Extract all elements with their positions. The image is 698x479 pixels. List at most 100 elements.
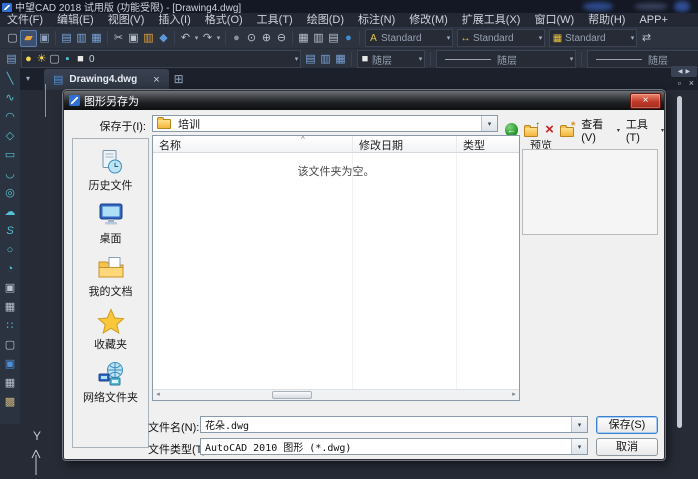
menu-view[interactable]: 视图(V): [101, 13, 152, 27]
make-layer-current-icon[interactable]: ▤: [303, 51, 318, 67]
new-folder-button[interactable]: *: [560, 123, 575, 137]
make-block-icon[interactable]: ▦: [0, 298, 20, 317]
menu-dimension[interactable]: 标注(N): [351, 13, 402, 27]
dropdown-arrow-icon[interactable]: ▾: [537, 34, 544, 42]
draw-revcloud-icon[interactable]: ☁: [0, 203, 20, 222]
column-header-modified[interactable]: 修改日期: [353, 136, 457, 152]
match-properties-icon[interactable]: ◆: [156, 30, 171, 46]
horizontal-scrollbar[interactable]: ◂ ▸: [153, 389, 519, 400]
zoom-realtime-icon[interactable]: ⊙: [244, 30, 259, 46]
mdi-close-button[interactable]: ×: [689, 77, 694, 89]
menu-edit[interactable]: 编辑(E): [50, 13, 101, 27]
menu-draw[interactable]: 绘图(D): [300, 13, 351, 27]
copy-icon[interactable]: ▣: [126, 30, 141, 46]
tab-scroll-right-icon[interactable]: ▶: [686, 68, 691, 75]
delete-button[interactable]: ×: [545, 123, 554, 137]
draw-arc-icon[interactable]: ◠: [0, 108, 20, 127]
color-select[interactable]: ■ 随层 ▾: [357, 50, 425, 68]
layer-states-icon[interactable]: ▦: [333, 51, 348, 67]
scroll-left-icon[interactable]: ◂: [153, 390, 163, 399]
open-file-icon[interactable]: ▰: [20, 30, 37, 47]
place-favorites[interactable]: 收藏夹: [73, 308, 148, 352]
zoom-window-icon[interactable]: ⊕: [259, 30, 274, 46]
text-style-select[interactable]: A Standard ▾: [365, 29, 453, 47]
vertical-scrollbar[interactable]: [677, 96, 682, 428]
redo-dropdown-icon[interactable]: ▾: [215, 34, 222, 42]
undo-icon[interactable]: ↶: [178, 30, 193, 46]
tab-list-button[interactable]: ▾: [20, 68, 36, 90]
cancel-button[interactable]: 取消: [596, 438, 658, 456]
dropdown-arrow-icon[interactable]: ▾: [417, 55, 424, 63]
dropdown-arrow-icon[interactable]: ▾: [571, 417, 587, 432]
new-tab-button[interactable]: ⊞: [169, 68, 189, 90]
plot-preview-icon[interactable]: ▥: [74, 30, 89, 46]
insert-image-icon[interactable]: ▣: [0, 355, 20, 374]
draw-line-icon[interactable]: ╲: [0, 70, 20, 89]
insert-block-icon[interactable]: ▣: [0, 279, 20, 298]
new-file-icon[interactable]: ▢: [5, 30, 20, 46]
column-header-type[interactable]: 类型: [457, 136, 519, 152]
dropdown-arrow-icon[interactable]: ▾: [481, 116, 497, 131]
place-network[interactable]: 网络文件夹: [73, 361, 148, 405]
layer-properties-icon[interactable]: ▤: [4, 51, 19, 67]
menu-file[interactable]: 文件(F): [0, 13, 50, 27]
draw-table-icon[interactable]: ▦: [0, 374, 20, 393]
pan-icon[interactable]: ●: [229, 30, 244, 46]
file-name-input[interactable]: 花朵.dwg ▾: [200, 416, 588, 433]
file-list[interactable]: 名称 ^ 修改日期 类型 该文件夹为空。 ◂ ▸: [152, 135, 520, 401]
menu-insert[interactable]: 插入(I): [151, 13, 197, 27]
up-one-level-button[interactable]: ↑: [524, 123, 539, 137]
file-type-select[interactable]: AutoCAD 2010 图形 (*.dwg) ▾: [200, 438, 588, 455]
dropdown-arrow-icon[interactable]: ▾: [445, 34, 452, 42]
place-my-documents[interactable]: 我的文档: [73, 255, 148, 299]
draw-ellipse-arc-icon[interactable]: ◔: [0, 260, 20, 279]
cut-icon[interactable]: ✂: [111, 30, 126, 46]
draw-arc2-icon[interactable]: ◡: [0, 165, 20, 184]
design-center-icon[interactable]: ▤: [326, 30, 341, 46]
properties-icon[interactable]: ▦: [296, 30, 311, 46]
paste-icon[interactable]: ▥: [141, 30, 156, 46]
undo-dropdown-icon[interactable]: ▾: [193, 34, 200, 42]
dropdown-arrow-icon[interactable]: ▾: [629, 34, 636, 42]
dialog-titlebar[interactable]: 图形另存为 ×: [64, 91, 664, 110]
draw-rectangle-icon[interactable]: ▭: [0, 146, 20, 165]
draw-point-icon[interactable]: ∷: [0, 317, 20, 336]
plot-icon[interactable]: ▤: [59, 30, 74, 46]
tab-scroll-buttons[interactable]: ◀ ▶: [671, 66, 697, 77]
menu-format[interactable]: 格式(O): [198, 13, 250, 27]
menu-window[interactable]: 窗口(W): [527, 13, 581, 27]
redo-icon[interactable]: ↷: [200, 30, 215, 46]
tools-menu-button[interactable]: 工具(T) ▾: [626, 116, 664, 144]
dropdown-arrow-icon[interactable]: ▾: [568, 55, 575, 63]
dim-style-select[interactable]: ↔ Standard ▾: [457, 29, 545, 47]
draw-hatch-icon[interactable]: ▩: [0, 393, 20, 412]
draw-region-icon[interactable]: ▢: [0, 336, 20, 355]
publish-icon[interactable]: ▦: [89, 30, 104, 46]
scrollbar-thumb[interactable]: [272, 391, 312, 399]
menu-modify[interactable]: 修改(M): [402, 13, 455, 27]
tab-drawing4[interactable]: ▤ Drawing4.dwg ×: [44, 69, 169, 90]
draw-polygon-icon[interactable]: ◇: [0, 127, 20, 146]
zoom-previous-icon[interactable]: ⊖: [274, 30, 289, 46]
save-button[interactable]: 保存(S): [596, 416, 658, 434]
column-header-name[interactable]: 名称 ^: [153, 136, 353, 152]
table-style-select[interactable]: ▦ Standard ▾: [549, 29, 637, 47]
draw-ellipse-icon[interactable]: ○: [0, 241, 20, 260]
views-menu-button[interactable]: 查看(V) ▾: [581, 116, 620, 144]
menu-express-tools[interactable]: 扩展工具(X): [455, 13, 528, 27]
layer-previous-icon[interactable]: ▥: [318, 51, 333, 67]
linetype-select[interactable]: 随层 ▾: [436, 50, 576, 68]
mdi-restore-button[interactable]: ▫: [678, 77, 681, 89]
scroll-right-icon[interactable]: ▸: [509, 390, 519, 399]
menu-help[interactable]: 帮助(H): [581, 13, 632, 27]
quick-calc-icon[interactable]: ▥: [311, 30, 326, 46]
save-icon[interactable]: ▣: [37, 30, 52, 46]
sync-cloud-icon[interactable]: ●: [341, 30, 356, 46]
dialog-close-button[interactable]: ×: [630, 93, 661, 109]
save-in-combobox[interactable]: 培训 ▾: [152, 115, 498, 132]
tab-scroll-left-icon[interactable]: ◀: [678, 68, 683, 75]
draw-spline-icon[interactable]: S: [0, 222, 20, 241]
dropdown-arrow-icon[interactable]: ▾: [293, 55, 300, 63]
dropdown-arrow-icon[interactable]: ▾: [571, 439, 587, 454]
menu-tools[interactable]: 工具(T): [250, 13, 300, 27]
